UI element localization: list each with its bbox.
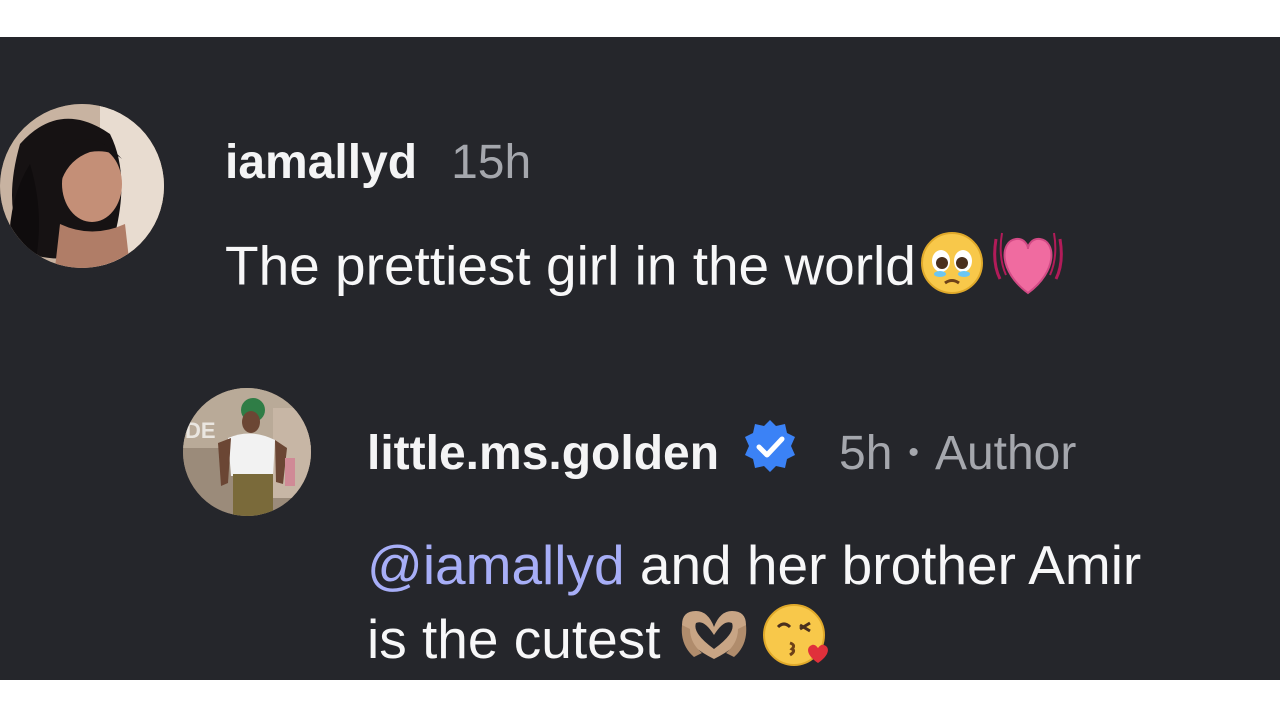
timestamp: 5h bbox=[839, 426, 893, 480]
username[interactable]: little.ms.golden bbox=[367, 426, 719, 481]
comments-panel: iamallyd 15h The prettiest girl in the w… bbox=[0, 37, 1280, 680]
mention-link[interactable]: @iamallyd bbox=[367, 534, 625, 596]
verified-badge-icon bbox=[741, 418, 799, 488]
comment-text: The prettiest girl in the world bbox=[225, 227, 1068, 313]
timestamp: 15h bbox=[451, 135, 532, 189]
comment-body-line-2: is the cutest bbox=[367, 608, 676, 671]
comment-header: iamallyd 15h bbox=[225, 135, 532, 190]
kissing-heart-emoji bbox=[760, 601, 832, 686]
comment-body-line-1: and her brother Amir bbox=[624, 534, 1142, 596]
heart-hands-emoji bbox=[676, 605, 752, 682]
author-label: Author bbox=[934, 426, 1077, 480]
pleading-face-emoji bbox=[916, 231, 988, 309]
comment-line-2: is the cutest bbox=[367, 601, 1141, 686]
avatar[interactable]: DE bbox=[183, 388, 311, 516]
separator-dot: • bbox=[908, 436, 919, 469]
comment-body: The prettiest girl in the world bbox=[225, 234, 916, 297]
comment-header: little.ms.golden 5h • Author bbox=[367, 420, 1077, 482]
username[interactable]: iamallyd bbox=[225, 135, 417, 190]
beating-heart-emoji bbox=[988, 227, 1068, 313]
svg-text:DE: DE bbox=[185, 418, 216, 443]
avatar[interactable] bbox=[0, 104, 164, 268]
comment-line-1: @iamallyd and her brother Amir bbox=[367, 529, 1141, 601]
comment-text: @iamallyd and her brother Amir is the cu… bbox=[367, 529, 1141, 686]
